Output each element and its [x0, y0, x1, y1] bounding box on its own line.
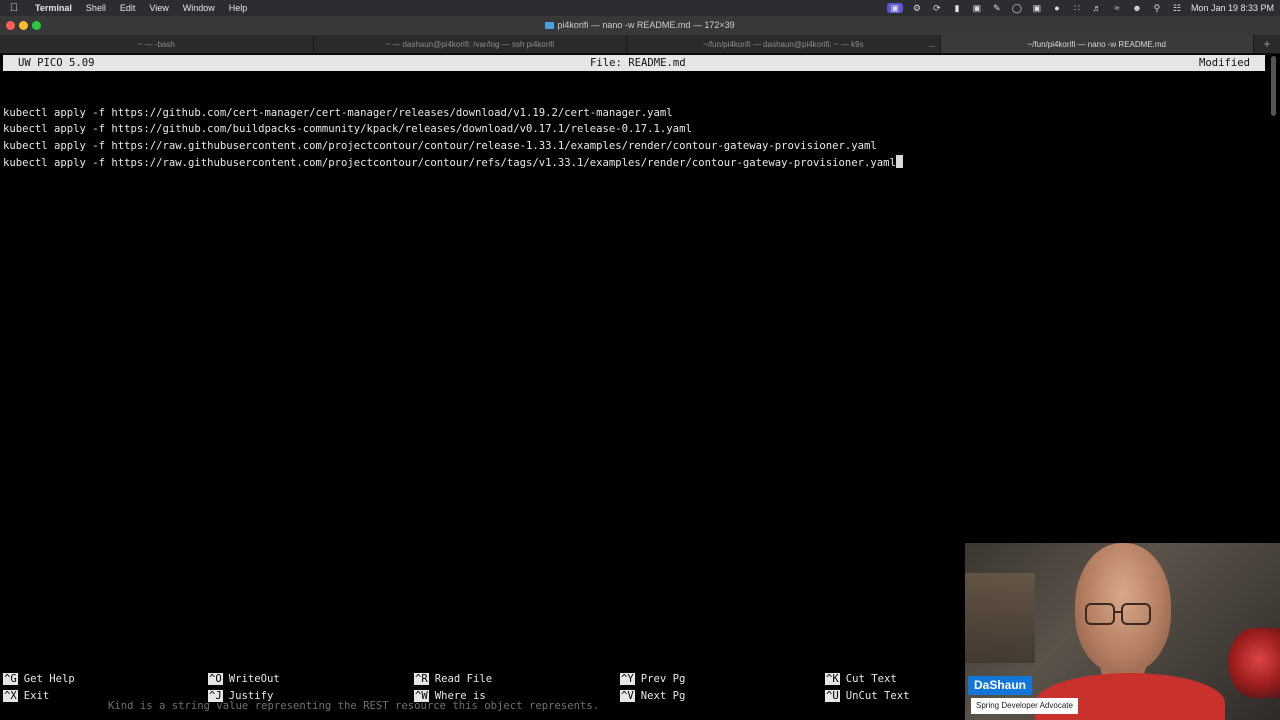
editor-line-text: kubectl apply -f https://raw.githubuserc…: [3, 156, 896, 169]
menu-help[interactable]: Help: [222, 3, 255, 13]
menu-shell[interactable]: Shell: [79, 3, 113, 13]
shortcut-label: Read File: [434, 673, 493, 685]
glasses-lens-right: [1121, 603, 1151, 625]
shortcut-label: WriteOut: [228, 673, 280, 685]
tab-bar: ~ — -bash ~ — dashaun@pi4korifi: /var/lo…: [0, 35, 1280, 54]
editor-line-current[interactable]: kubectl apply -f https://raw.githubuserc…: [3, 154, 903, 172]
camera-icon[interactable]: ▣: [1031, 3, 1043, 13]
menu-bar:  Terminal Shell Edit View Window Help ▣…: [0, 0, 1280, 16]
tab-label: ~ — -bash: [137, 40, 175, 49]
status-area: ▣ ⚙ ⟳ ▮ ▣ ✎ ◯ ▣ ● ∷ ♬ ≈ ☻ ⚲ ☷ Mon Jan 19…: [886, 0, 1274, 16]
shortcut-key: ^O: [208, 673, 223, 685]
shortcut-key: ^G: [3, 673, 18, 685]
wifi-icon[interactable]: ≈: [1111, 3, 1123, 13]
editor-line[interactable]: [3, 88, 903, 105]
sync-icon[interactable]: ⟳: [931, 3, 943, 13]
shortcut-key: ^K: [825, 673, 840, 685]
tab-ssh-var-log[interactable]: ~ — dashaun@pi4korifi: /var/log — ssh pi…: [314, 35, 627, 53]
window-title-text: pi4korifi — nano -w README.md — 172×39: [557, 20, 735, 30]
nano-version: UW PICO 5.09: [18, 57, 95, 69]
new-tab-button[interactable]: +: [1254, 35, 1280, 53]
window-title: pi4korifi — nano -w README.md — 172×39: [0, 20, 1280, 30]
shortcut-key: ^U: [825, 690, 840, 702]
menu-edit[interactable]: Edit: [113, 3, 143, 13]
background-shelf: [965, 573, 1035, 663]
shortcut-exit: ^X Exit: [3, 688, 49, 704]
shortcut-uncut-text: ^U UnCut Text: [825, 688, 910, 704]
shortcut-get-help: ^G Get Help: [3, 671, 75, 687]
menu-view[interactable]: View: [142, 3, 175, 13]
shortcut-read-file: ^R Read File: [414, 671, 492, 687]
window-titlebar[interactable]: pi4korifi — nano -w README.md — 172×39: [0, 16, 1280, 35]
nano-filename: File: README.md: [590, 57, 686, 69]
shortcut-key: ^X: [3, 690, 18, 702]
tab-bash[interactable]: ~ — -bash: [0, 35, 314, 53]
scrollbar-thumb[interactable]: [1271, 56, 1276, 116]
text-cursor: [895, 154, 903, 168]
tab-k9s[interactable]: ~/fun/pi4korifi — dashaun@pi4korifi: ~ —…: [627, 35, 941, 53]
nano-modified-status: Modified: [1198, 57, 1250, 69]
tab-overflow-indicator: ...: [928, 40, 936, 49]
shortcut-prev-page: ^Y Prev Pg: [620, 671, 685, 687]
editor-line[interactable]: kubectl apply -f https://raw.githubuserc…: [3, 138, 903, 155]
apple-icon[interactable]: : [0, 2, 28, 14]
shortcut-key: ^V: [620, 690, 635, 702]
shortcut-key: ^R: [414, 673, 429, 685]
shortcut-label: Next Pg: [640, 690, 686, 702]
search-icon[interactable]: ⚲: [1151, 3, 1163, 13]
tab-label: ~/fun/pi4korifi — dashaun@pi4korifi: ~ —…: [702, 40, 864, 49]
shortcut-label: Prev Pg: [640, 673, 686, 685]
control-center-icon[interactable]: ☷: [1171, 3, 1183, 13]
user-icon[interactable]: ☻: [1131, 3, 1143, 13]
gear-icon[interactable]: ⚙: [911, 3, 923, 13]
glasses-lens-left: [1085, 603, 1115, 625]
tab-label: ~ — dashaun@pi4korifi: /var/log — ssh pi…: [385, 40, 555, 49]
tab-label: ~/fun/pi4korifi — nano -w README.md: [1027, 40, 1167, 49]
shortcut-label: Cut Text: [845, 673, 897, 685]
circle-icon[interactable]: ◯: [1011, 3, 1023, 13]
clipboard-icon[interactable]: ▣: [971, 3, 983, 13]
menu-app-terminal[interactable]: Terminal: [28, 3, 79, 13]
pen-icon[interactable]: ✎: [991, 3, 1003, 13]
editor-line[interactable]: kubectl apply -f https://github.com/buil…: [3, 121, 903, 138]
tab-nano-readme[interactable]: ~/fun/pi4korifi — nano -w README.md: [940, 35, 1254, 53]
editor-line[interactable]: kubectl apply -f https://github.com/cert…: [3, 105, 903, 122]
shortcut-label: Get Help: [23, 673, 75, 685]
shortcut-next-page: ^V Next Pg: [620, 688, 685, 704]
globe-icon[interactable]: ●: [1051, 3, 1063, 13]
nano-title-bar: UW PICO 5.09 File: README.md Modified: [3, 55, 1265, 71]
shortcut-cut-text: ^K Cut Text: [825, 671, 897, 687]
screen-record-icon[interactable]: ▣: [886, 3, 903, 13]
volume-icon[interactable]: ♬: [1091, 3, 1103, 13]
shortcut-label: Exit: [23, 690, 50, 702]
grid-icon[interactable]: ∷: [1071, 3, 1083, 13]
menu-window[interactable]: Window: [176, 3, 222, 13]
clock[interactable]: Mon Jan 19 8:33 PM: [1191, 3, 1274, 13]
overlapping-background-text: Kind is a string value representing the …: [108, 700, 600, 712]
battery-icon[interactable]: ▮: [951, 3, 963, 13]
glasses-bridge: [1115, 611, 1123, 613]
presenter-role-badge: Spring Developer Advocate: [971, 698, 1078, 714]
shortcut-writeout: ^O WriteOut: [208, 671, 280, 687]
editor-buffer[interactable]: kubectl apply -f https://github.com/cert…: [3, 88, 903, 171]
background-object: [1228, 628, 1280, 698]
shortcut-label: UnCut Text: [845, 690, 910, 702]
shortcut-key: ^Y: [620, 673, 635, 685]
folder-icon: [545, 22, 555, 29]
presenter-name-badge: DaShaun: [968, 676, 1033, 695]
